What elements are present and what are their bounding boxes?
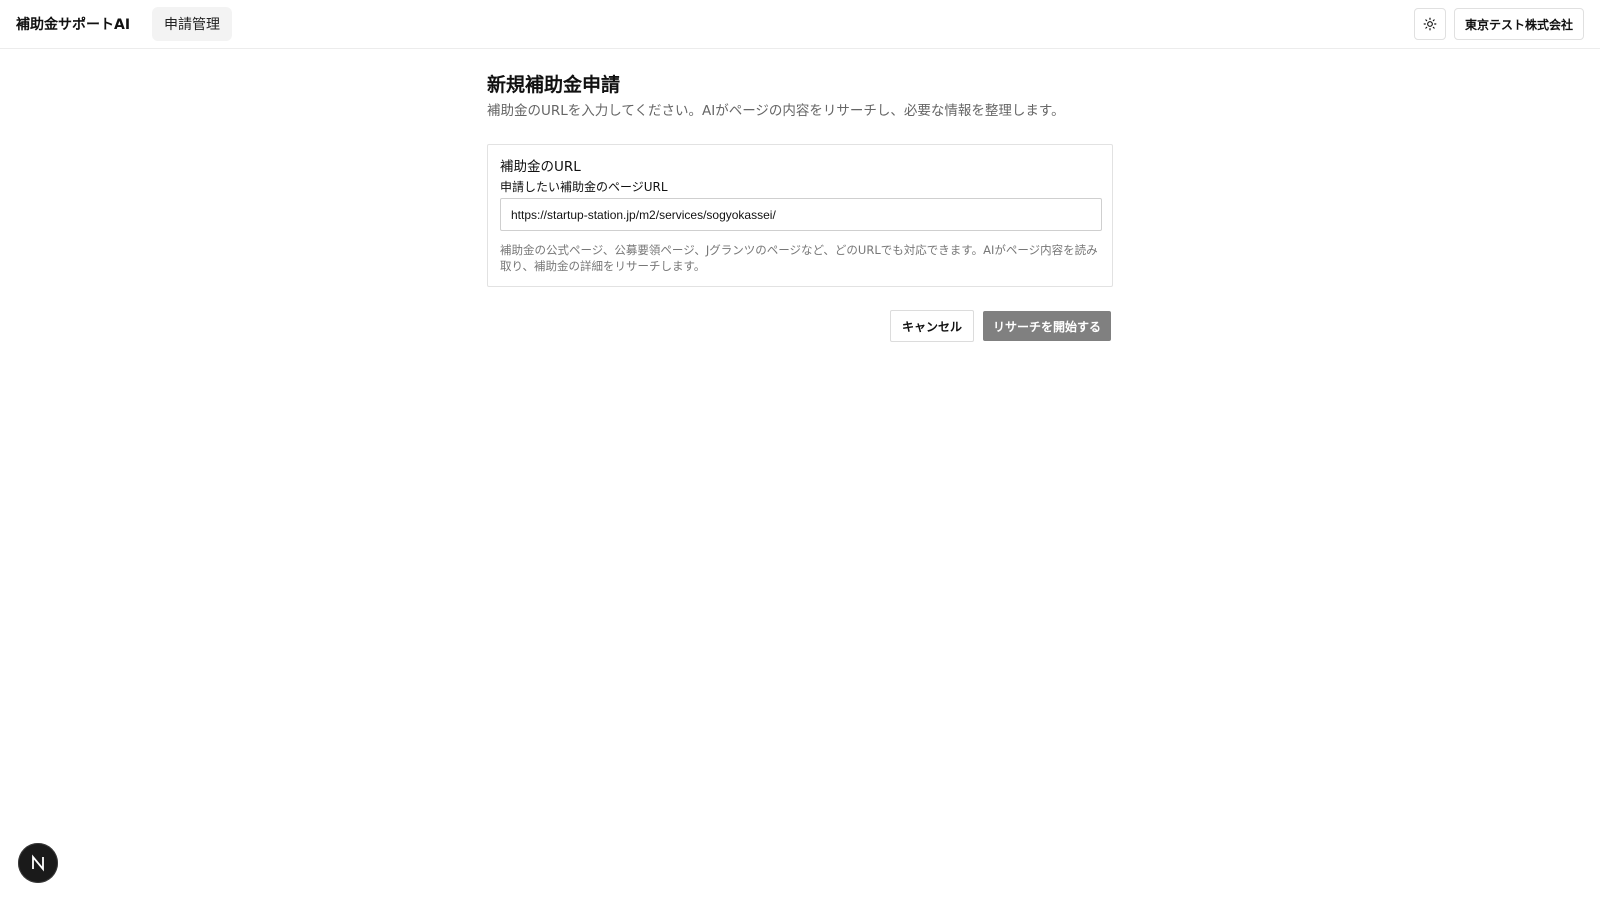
- page-title: 新規補助金申請: [487, 74, 621, 96]
- url-input[interactable]: [500, 198, 1102, 231]
- nextjs-dev-badge[interactable]: [18, 843, 58, 883]
- main-content: 新規補助金申請 補助金のURLを入力してください。AIがページの内容をリサーチし…: [487, 72, 1113, 342]
- page-description: 補助金のURLを入力してください。AIがページの内容をリサーチし、必要な情報を整…: [487, 103, 1065, 119]
- sun-icon: [1423, 17, 1437, 31]
- theme-toggle-button[interactable]: [1413, 8, 1446, 40]
- url-field-label: 申請したい補助金のページURL: [500, 180, 668, 194]
- url-help-text: 補助金の公式ページ、公募要領ページ、Jグランツのページなど、どのURLでも対応で…: [500, 243, 1098, 273]
- url-card: 補助金のURL 申請したい補助金のページURL 補助金の公式ページ、公募要領ペー…: [487, 144, 1113, 287]
- company-menu-button[interactable]: 東京テスト株式会社: [1453, 8, 1584, 40]
- start-research-button[interactable]: リサーチを開始する: [982, 311, 1111, 341]
- cancel-button[interactable]: キャンセル: [889, 310, 974, 342]
- form-actions: キャンセル リサーチを開始する: [487, 310, 1113, 342]
- header-actions: 東京テスト株式会社: [1413, 8, 1584, 40]
- card-title: 補助金のURL: [500, 159, 581, 175]
- brand-logo-text[interactable]: 補助金サポートAI: [16, 14, 130, 34]
- top-header: 補助金サポートAI 申請管理 東京テスト株式会社: [0, 0, 1600, 49]
- nav-item-applications[interactable]: 申請管理: [152, 7, 233, 41]
- nextjs-icon: [32, 854, 44, 872]
